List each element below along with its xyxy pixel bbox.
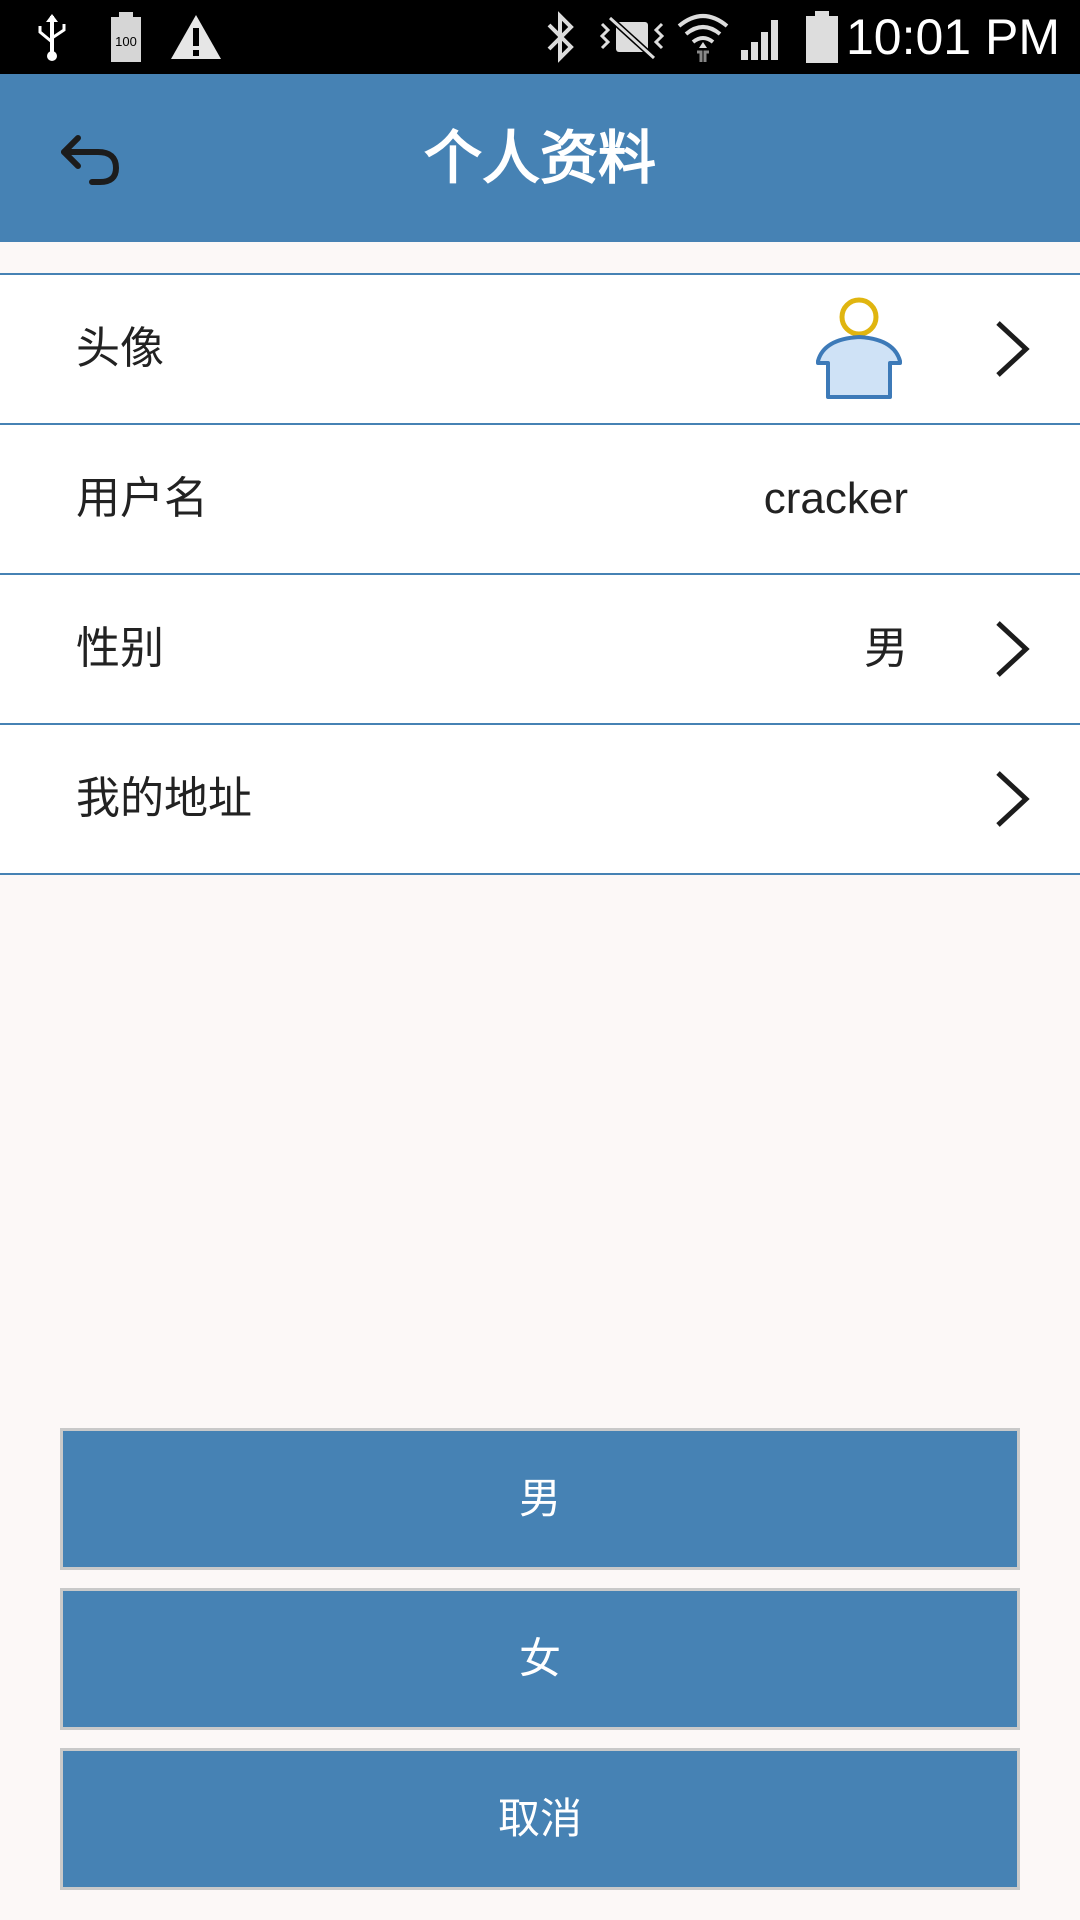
status-time: 10:01 PM	[845, 9, 1060, 65]
gender-action-sheet: 男 女 取消	[60, 1428, 1020, 1908]
row-label-avatar: 头像	[76, 323, 164, 374]
app-bar: 个人资料	[0, 74, 1080, 242]
usb-icon	[30, 0, 74, 74]
chevron-right-icon	[996, 771, 1030, 827]
profile-list: 头像 用户名 cracker 性别 男 我的地址	[0, 273, 1080, 875]
username-value: cracker	[763, 474, 908, 523]
row-avatar[interactable]: 头像	[0, 275, 1080, 425]
row-label-address: 我的地址	[76, 773, 252, 824]
chevron-right-icon	[996, 621, 1030, 677]
row-address[interactable]: 我的地址	[0, 725, 1080, 875]
bluetooth-icon	[538, 0, 582, 74]
mute-icon	[596, 0, 668, 74]
signal-icon	[736, 0, 788, 74]
avatar-icon	[816, 297, 902, 399]
gender-male-button[interactable]: 男	[60, 1428, 1020, 1570]
screen: 100 10:01 PM 个人资料 头像 用户名 cracker 性别 男 我的…	[0, 0, 1080, 1920]
row-username: 用户名 cracker	[0, 425, 1080, 575]
battery-icon: 100	[104, 0, 148, 74]
row-label-gender: 性别	[76, 623, 164, 674]
chevron-right-icon	[996, 321, 1030, 377]
gender-female-button[interactable]: 女	[60, 1588, 1020, 1730]
gender-value: 男	[864, 623, 908, 674]
row-label-username: 用户名	[76, 473, 208, 524]
warning-icon	[166, 0, 226, 74]
page-title: 个人资料	[423, 124, 656, 192]
cancel-button[interactable]: 取消	[60, 1748, 1020, 1890]
row-gender[interactable]: 性别 男	[0, 575, 1080, 725]
battery-full-icon	[800, 0, 844, 74]
battery-level-label: 100	[115, 34, 137, 49]
status-bar: 100 10:01 PM	[0, 0, 1080, 74]
wifi-icon	[674, 0, 732, 74]
